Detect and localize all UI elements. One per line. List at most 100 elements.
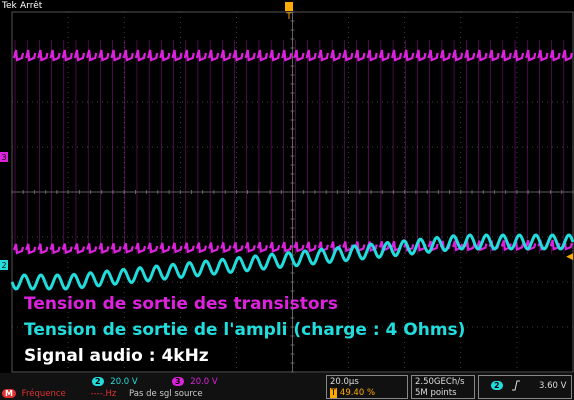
caption-transistor-output: Tension de sortie des transistors [24, 294, 339, 314]
caption-audio-signal: Signal audio : 4kHz [24, 346, 209, 366]
caption-amp-output: Tension de sortie de l'ampli (charge : 4… [24, 320, 466, 340]
upper-pulse [147, 49, 159, 62]
lower-pulse [86, 243, 98, 255]
trigger-position-icon: T [330, 388, 338, 398]
measurement-readout[interactable]: M Fréquence ----.Hz Pas de sgl source [2, 389, 203, 399]
upper-pulse [37, 49, 49, 62]
upper-pulse [330, 49, 342, 62]
lower-pulse [208, 242, 220, 254]
graticule [11, 11, 574, 373]
measurement-label: Fréquence [21, 389, 66, 399]
lower-pulse [12, 243, 25, 255]
upper-pulse [256, 49, 268, 62]
upper-pulse [61, 49, 73, 62]
upper-pulse [464, 49, 476, 62]
lower-pulse [183, 242, 195, 254]
upper-pulse [415, 49, 427, 62]
lower-pulse [73, 243, 86, 255]
upper-pulse [159, 49, 171, 62]
timebase-scale: 20.0µs [330, 377, 359, 387]
upper-pulse [86, 49, 98, 62]
ch2-scale: 20.0 V [110, 377, 138, 387]
upper-pulse [12, 49, 25, 62]
upper-pulse [305, 49, 317, 62]
ch3-scale-readout[interactable]: 3 20.0 V [172, 377, 218, 387]
upper-pulse [269, 49, 281, 62]
upper-pulse [49, 49, 61, 62]
upper-pulse [317, 49, 329, 62]
upper-pulse [195, 49, 208, 62]
lower-pulse [134, 242, 147, 254]
lower-pulse [220, 242, 232, 254]
ch2-scale-readout[interactable]: 2 20.0 V [92, 377, 138, 387]
ch3-marker-label: 3 [1, 153, 6, 162]
waveform-display: T 3 2 ◀ [0, 2, 574, 373]
upper-pulse [25, 49, 37, 62]
upper-pulse [500, 49, 512, 62]
upper-pulse [525, 49, 537, 62]
upper-pulse [451, 49, 464, 62]
upper-pulse [110, 49, 122, 62]
upper-pulse [208, 49, 220, 62]
lower-pulse [147, 242, 159, 254]
measurement-note: Pas de sgl source [129, 389, 203, 399]
lower-pulse [61, 243, 73, 255]
ch3-chip: 3 [172, 377, 184, 386]
upper-pulse [378, 49, 390, 62]
lower-pulse [25, 243, 37, 255]
acquisition-state: Arrêt [20, 1, 43, 11]
channel-markers: T 3 2 ◀ [0, 2, 573, 270]
oscilloscope-screen: T 3 2 ◀ Tek Arrêt Tension de sortie des … [0, 0, 574, 400]
lower-pulse [244, 242, 256, 253]
upper-pulse [293, 49, 305, 62]
trigger-box[interactable]: 2 3.60 V [478, 375, 572, 399]
lower-pulse [232, 242, 244, 253]
lower-pulse [49, 243, 61, 255]
record-length: 5M points [415, 388, 457, 398]
upper-pulse [476, 49, 488, 62]
upper-pulse [537, 49, 549, 62]
upper-pulse [561, 49, 573, 62]
trigger-level: 3.60 V [539, 381, 567, 391]
lower-pulse [269, 241, 281, 253]
status-header: Tek Arrêt [0, 0, 574, 12]
upper-pulse [183, 49, 195, 62]
trigger-position-value: 49.40 % [339, 388, 376, 398]
lower-pulse [37, 243, 49, 255]
lower-pulse [171, 242, 183, 254]
ch3-scale: 20.0 V [190, 377, 218, 387]
upper-pulse [171, 49, 183, 62]
upper-pulse [427, 49, 439, 62]
trigger-position-marker: T [285, 12, 292, 22]
timebase-box[interactable]: 20.0µs T 49.40 % [326, 375, 408, 399]
upper-pulse [342, 49, 354, 62]
upper-pulse [354, 49, 366, 62]
lower-pulse [98, 243, 110, 254]
upper-pulse [488, 49, 500, 62]
lower-pulse [281, 241, 293, 253]
upper-pulse [98, 49, 110, 62]
upper-pulse [232, 49, 244, 62]
brand-label: Tek [2, 1, 17, 11]
upper-pulse [366, 49, 378, 62]
measurement-value: ----.Hz [90, 389, 117, 399]
lower-pulse [256, 241, 268, 253]
lower-pulse [195, 242, 208, 254]
upper-pulse [220, 49, 232, 62]
lower-pulse [305, 241, 317, 253]
lower-pulse [159, 242, 171, 254]
upper-pulse [281, 49, 293, 62]
lower-pulse [122, 242, 134, 254]
upper-pulse [439, 49, 451, 62]
upper-pulse [134, 49, 147, 62]
trigger-source-chip: 2 [491, 381, 503, 390]
upper-pulse [512, 49, 525, 62]
upper-pulse [73, 49, 86, 62]
sample-rate: 2.50GECh/s [415, 377, 465, 387]
upper-pulse [244, 49, 256, 62]
trigger-level-arrow-icon: ◀ [566, 252, 573, 262]
upper-pulse [549, 49, 561, 62]
acquisition-box[interactable]: 2.50GECh/s 5M points [411, 375, 475, 399]
ch2-chip: 2 [92, 377, 104, 386]
upper-pulse [122, 49, 134, 62]
